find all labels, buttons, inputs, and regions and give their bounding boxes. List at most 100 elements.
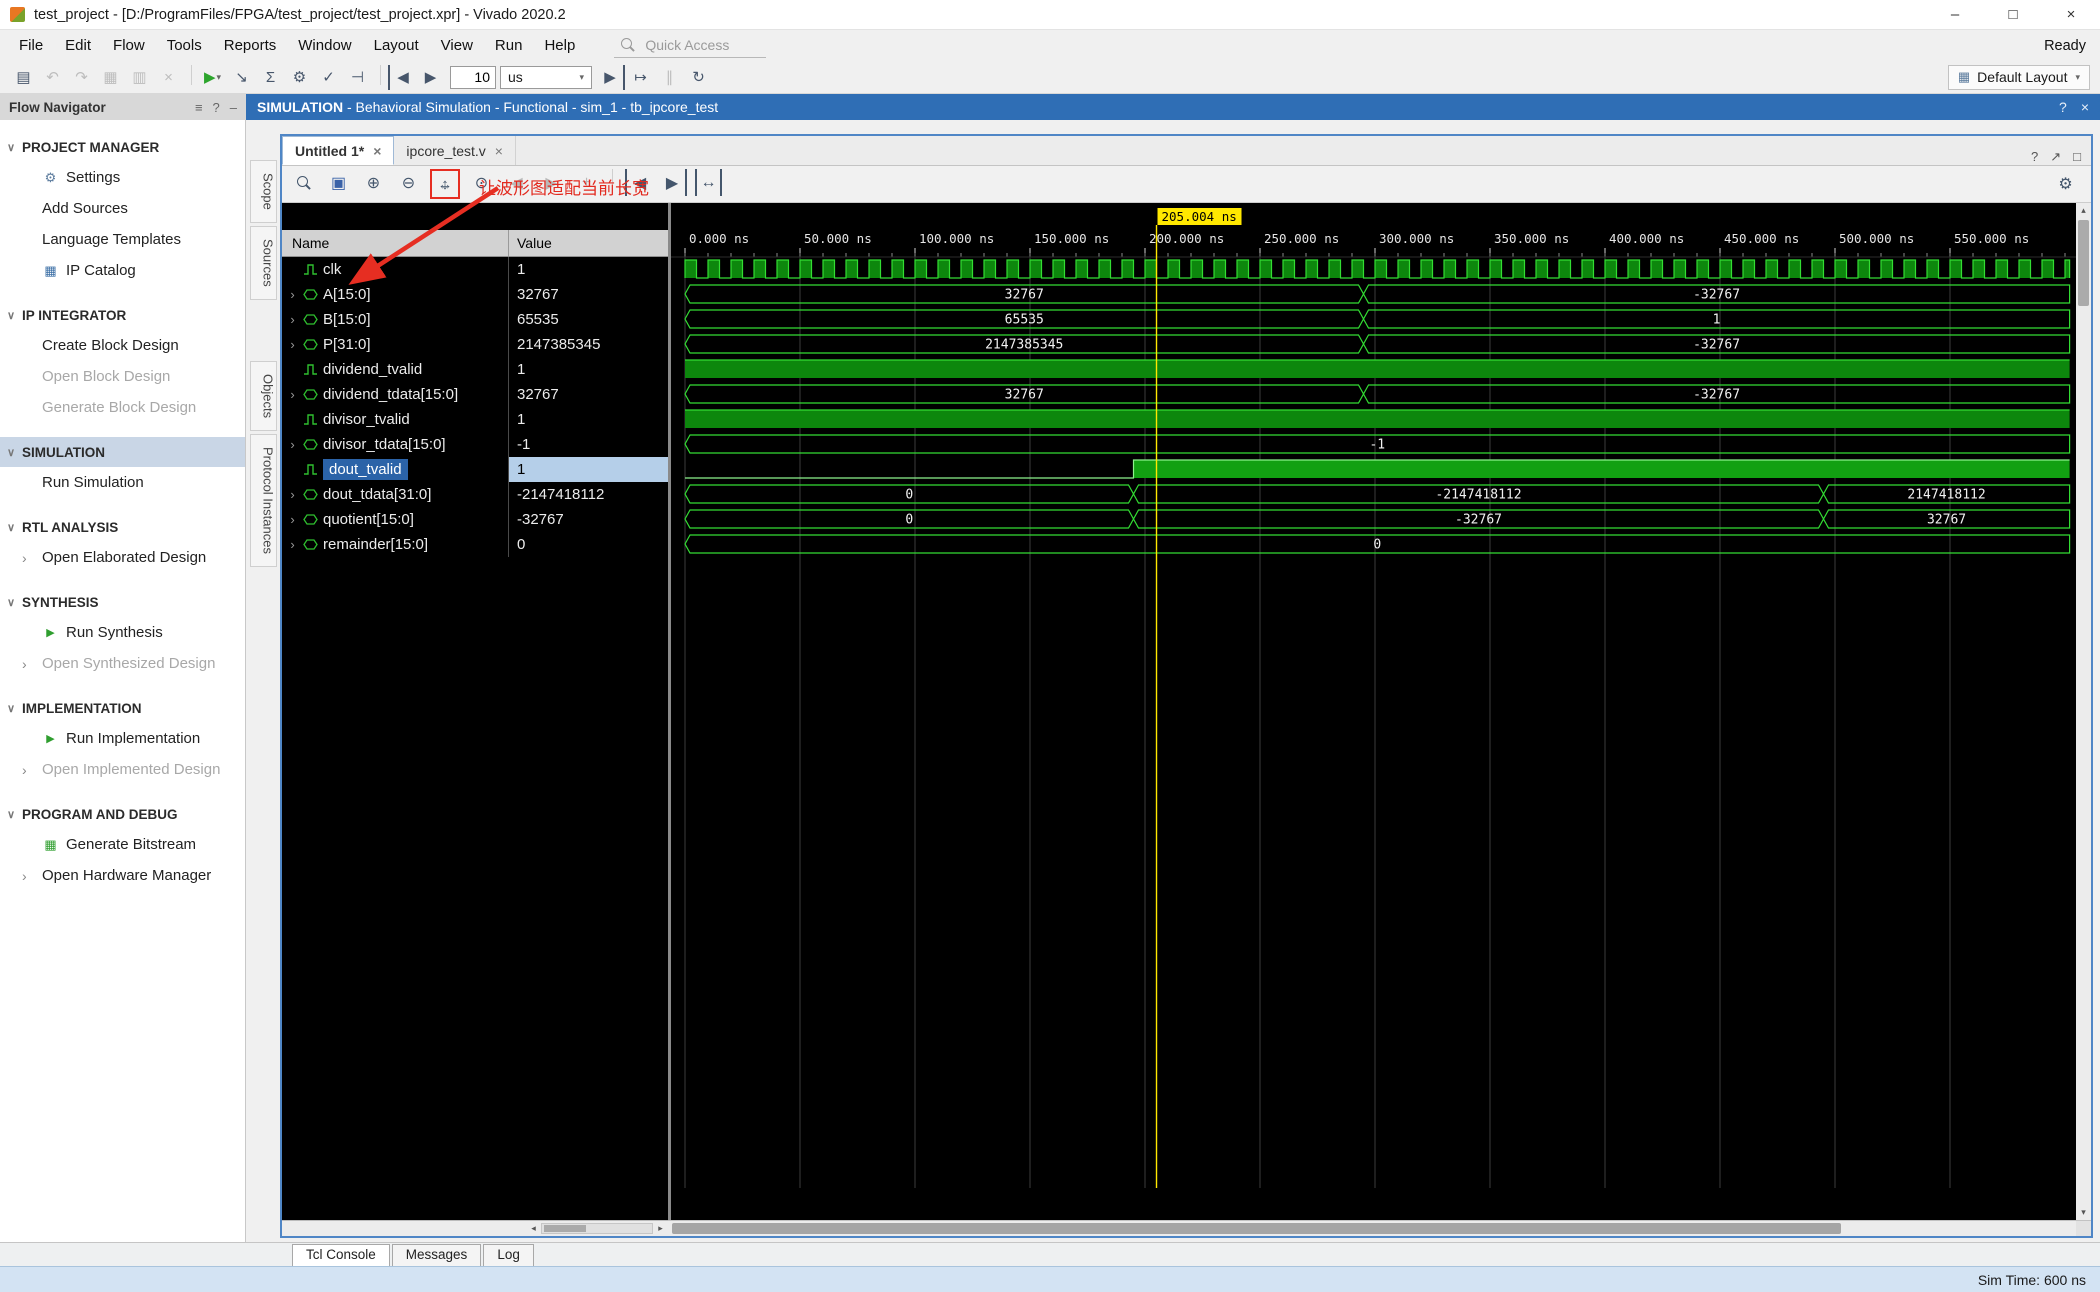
close-icon[interactable]: ×: [2081, 99, 2089, 115]
console-tab-log[interactable]: Log: [483, 1244, 534, 1266]
relaunch-button[interactable]: ↻: [685, 65, 712, 90]
scroll-up-icon[interactable]: ▴: [2076, 203, 2091, 218]
collapse-icon[interactable]: ∨: [7, 596, 22, 609]
signal-row-a-15-0[interactable]: › A[15:0] 32767: [282, 282, 668, 307]
tab-ipcore-test-v[interactable]: ipcore_test.v ×: [394, 136, 516, 165]
flownav-item-generate-bitstream[interactable]: ▦ Generate Bitstream: [0, 829, 245, 860]
menu-flow[interactable]: Flow: [102, 33, 156, 58]
pause-button[interactable]: ∥: [656, 65, 683, 90]
layout-select[interactable]: ▦ Default Layout ▾: [1947, 64, 2090, 90]
menu-icon[interactable]: ≡: [195, 100, 203, 115]
zoom-fit-button[interactable]: ↔ ↕: [430, 169, 460, 199]
open-recent-button[interactable]: ▤: [10, 65, 37, 90]
collapse-icon[interactable]: ∨: [7, 808, 22, 821]
run-for-time-button[interactable]: ▶: [598, 64, 625, 90]
flownav-item-open-synthesized-design[interactable]: › Open Synthesized Design: [0, 648, 245, 679]
flownav-section-simulation[interactable]: ∨ SIMULATION: [0, 437, 245, 467]
maximize-button[interactable]: □: [1984, 0, 2042, 30]
run-button[interactable]: ▶ ▾: [199, 65, 226, 90]
side-tab-scope[interactable]: Scope: [249, 160, 277, 223]
signal-row-dividend-tvalid[interactable]: dividend_tvalid 1: [282, 357, 668, 382]
flownav-section-implementation[interactable]: ∨ IMPLEMENTATION: [0, 693, 245, 723]
run-all-button[interactable]: ▶: [417, 65, 444, 90]
tab-untitled-1[interactable]: Untitled 1* ×: [282, 136, 395, 165]
flownav-item-run-implementation[interactable]: ▶ Run Implementation: [0, 723, 245, 754]
signal-table-hscrollbar[interactable]: ◂ ▸: [282, 1220, 668, 1236]
probe-button[interactable]: ⊣: [344, 65, 371, 90]
maximize-icon[interactable]: □: [2073, 149, 2081, 165]
expand-icon[interactable]: ›: [285, 437, 300, 452]
flownav-item-open-hardware-manager[interactable]: › Open Hardware Manager: [0, 860, 245, 891]
close-tab-icon[interactable]: ×: [373, 143, 381, 159]
time-unit-select[interactable]: us ▾: [500, 65, 592, 89]
help-icon[interactable]: ?: [213, 100, 220, 115]
scroll-thumb[interactable]: [544, 1225, 586, 1232]
flownav-item-open-implemented-design[interactable]: › Open Implemented Design: [0, 754, 245, 785]
wave-vscrollbar[interactable]: ▴ ▾: [2076, 203, 2091, 1236]
menu-file[interactable]: File: [8, 33, 54, 58]
flownav-section-ip-integrator[interactable]: ∨ IP INTEGRATOR: [0, 300, 245, 330]
flownav-item-ip-catalog[interactable]: ▦ IP Catalog: [0, 255, 245, 286]
delete-button[interactable]: ×: [155, 65, 182, 90]
flownav-item-settings[interactable]: ⚙ Settings: [0, 162, 245, 193]
paste-button[interactable]: ▥: [126, 65, 153, 90]
step-simulation-button[interactable]: ↦: [627, 65, 654, 90]
console-tab-tcl-console[interactable]: Tcl Console: [292, 1244, 390, 1266]
menu-run[interactable]: Run: [484, 33, 534, 58]
menu-view[interactable]: View: [430, 33, 484, 58]
wave-settings-button[interactable]: ⚙: [2052, 171, 2079, 198]
collapse-icon[interactable]: ∨: [7, 521, 22, 534]
value-column-header[interactable]: Value: [509, 230, 668, 256]
find-button[interactable]: [290, 169, 317, 196]
save-waveform-button[interactable]: ▣: [325, 169, 352, 196]
restart-simulation-button[interactable]: ◀: [388, 64, 415, 90]
expand-icon[interactable]: ›: [285, 287, 300, 302]
signal-row-remainder-15-0[interactable]: › remainder[15:0] 0: [282, 532, 668, 557]
expand-icon[interactable]: ›: [285, 387, 300, 402]
side-tab-protocol-instances[interactable]: Protocol Instances: [249, 433, 277, 567]
report-summary-button[interactable]: Σ: [257, 65, 284, 90]
flownav-item-open-block-design[interactable]: Open Block Design: [0, 361, 245, 392]
expand-icon[interactable]: ›: [285, 312, 300, 327]
help-icon[interactable]: ?: [2059, 99, 2067, 115]
help-icon[interactable]: ?: [2031, 149, 2038, 165]
wave-vscroll-thumb[interactable]: [2078, 220, 2089, 306]
menu-reports[interactable]: Reports: [213, 33, 288, 58]
expand-icon[interactable]: ›: [285, 487, 300, 502]
flownav-item-open-elaborated-design[interactable]: › Open Elaborated Design: [0, 542, 245, 573]
flownav-section-rtl-analysis[interactable]: ∨ RTL ANALYSIS: [0, 512, 245, 542]
redo-button[interactable]: ↷: [68, 65, 95, 90]
minimize-button[interactable]: –: [1926, 0, 1984, 30]
flownav-section-program-and-debug[interactable]: ∨ PROGRAM AND DEBUG: [0, 799, 245, 829]
scroll-left-icon[interactable]: ◂: [526, 1221, 541, 1236]
flownav-item-language-templates[interactable]: Language Templates: [0, 224, 245, 255]
goto-time-end-button[interactable]: ▶: [660, 169, 687, 196]
signal-row-quotient-15-0[interactable]: › quotient[15:0] -32767: [282, 507, 668, 532]
side-tab-objects[interactable]: Objects: [249, 360, 277, 431]
settings-button[interactable]: ⚙: [286, 65, 313, 90]
expand-icon[interactable]: ›: [22, 868, 35, 884]
collapse-icon[interactable]: –: [230, 100, 237, 115]
signal-row-b-15-0[interactable]: › B[15:0] 65535: [282, 307, 668, 332]
name-column-header[interactable]: Name: [282, 230, 509, 256]
scroll-right-icon[interactable]: ▸: [653, 1221, 668, 1236]
swap-cursors-button[interactable]: ↔: [695, 169, 722, 196]
signal-row-dout-tdata-31-0[interactable]: › dout_tdata[31:0] -2147418112: [282, 482, 668, 507]
menu-layout[interactable]: Layout: [363, 33, 430, 58]
expand-icon[interactable]: ›: [285, 337, 300, 352]
side-tab-sources[interactable]: Sources: [249, 225, 277, 300]
expand-icon[interactable]: ›: [285, 512, 300, 527]
flownav-section-project-manager[interactable]: ∨ PROJECT MANAGER: [0, 132, 245, 162]
flownav-section-synthesis[interactable]: ∨ SYNTHESIS: [0, 587, 245, 617]
menu-tools[interactable]: Tools: [156, 33, 213, 58]
zoom-out-button[interactable]: ⊖: [395, 169, 422, 196]
wave-hscrollbar[interactable]: [668, 1220, 2076, 1236]
undo-button[interactable]: ↶: [39, 65, 66, 90]
flownav-item-add-sources[interactable]: Add Sources: [0, 193, 245, 224]
close-tab-icon[interactable]: ×: [495, 143, 503, 159]
menu-window[interactable]: Window: [287, 33, 362, 58]
menu-edit[interactable]: Edit: [54, 33, 102, 58]
zoom-in-button[interactable]: ⊕: [360, 169, 387, 196]
close-button[interactable]: ×: [2042, 0, 2100, 30]
step-button[interactable]: ↘: [228, 65, 255, 90]
